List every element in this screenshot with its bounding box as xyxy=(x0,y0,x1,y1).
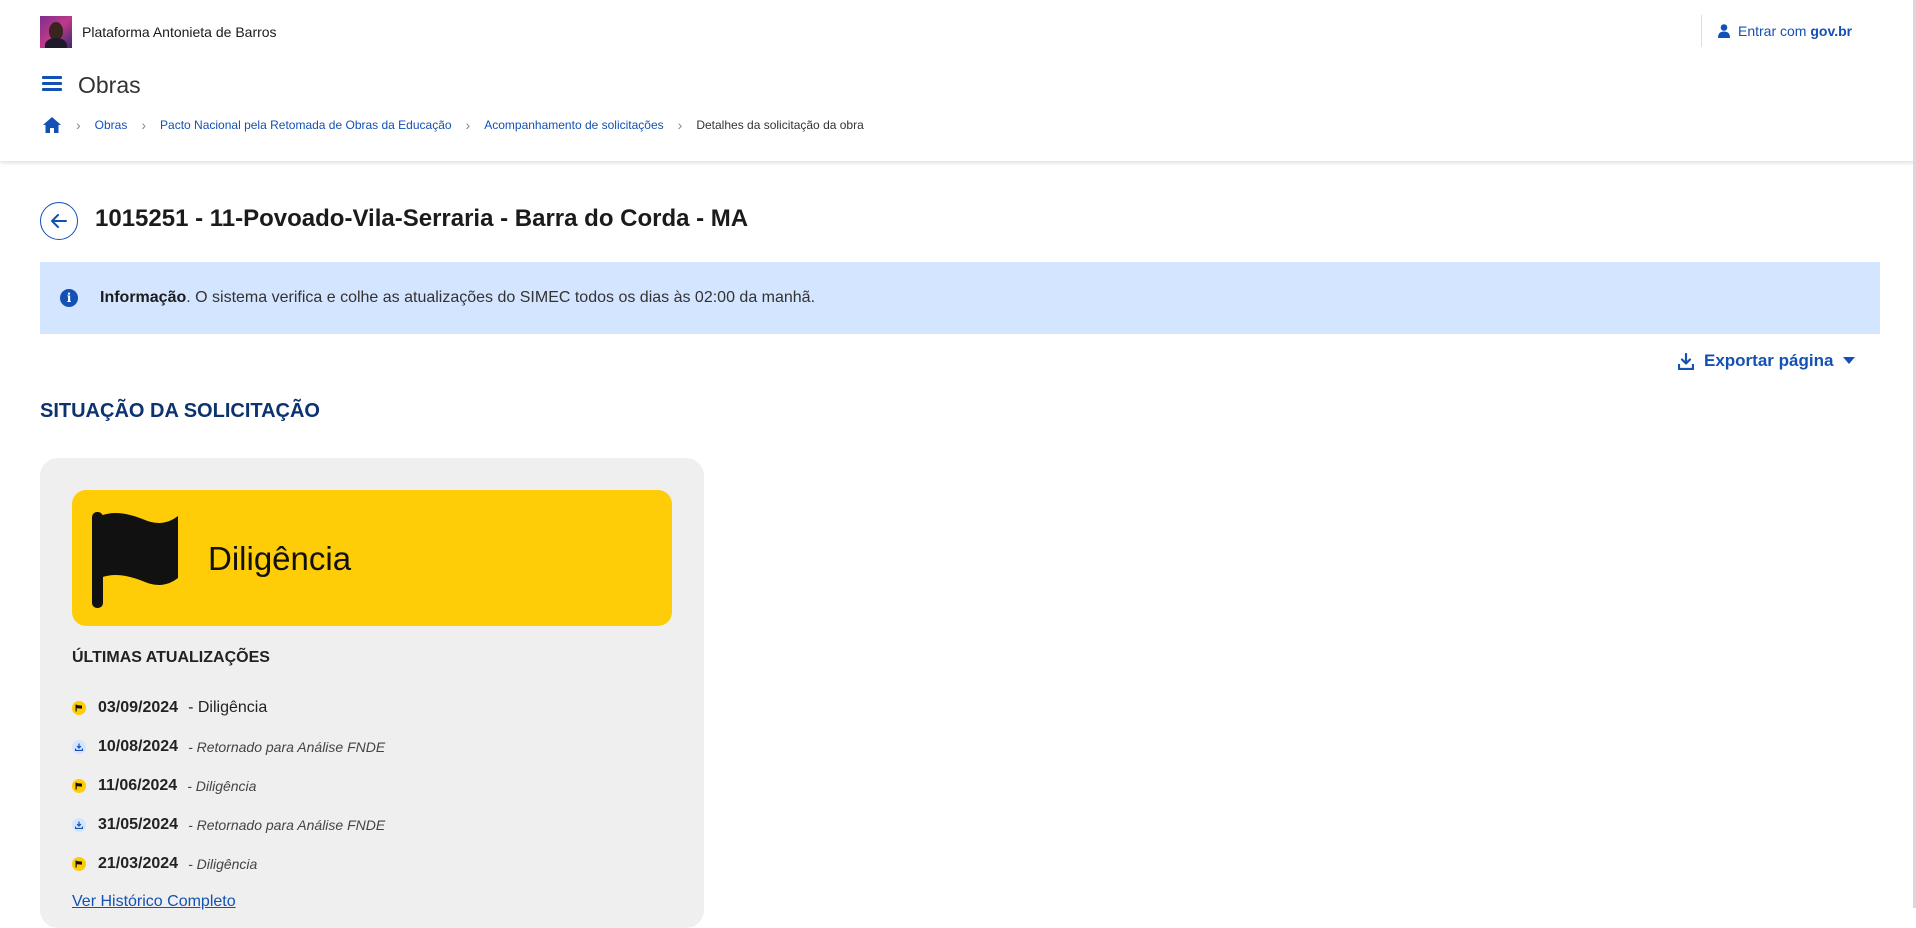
update-date: 21/03/2024 xyxy=(98,854,179,872)
flag-icon xyxy=(72,700,86,715)
info-icon: i xyxy=(60,289,78,307)
list-item: 10/08/2024 - Retornado para Análise FNDE xyxy=(72,727,385,766)
arrow-left-icon xyxy=(51,214,67,228)
breadcrumb-link-pacto[interactable]: Pacto Nacional pela Retomada de Obras da… xyxy=(160,118,452,132)
status-label: Diligência xyxy=(208,540,352,577)
login-label: Entrar com xyxy=(1738,23,1807,39)
info-body: . O sistema verifica e colhe as atualiza… xyxy=(186,289,816,306)
caret-down-icon xyxy=(1843,357,1856,364)
view-full-history-link[interactable]: Ver Histórico Completo xyxy=(72,893,236,911)
list-item: 03/09/2024 - Diligência xyxy=(72,688,385,727)
update-date: 03/09/2024 xyxy=(98,698,179,716)
page-title: 1015251 - 11-Povoado-Vila-Serraria - Bar… xyxy=(95,205,749,232)
breadcrumb-current: Detalhes da solicitação da obra xyxy=(696,118,864,132)
update-desc: - Diligência xyxy=(188,698,268,716)
site-header: Plataforma Antonieta de Barros Entrar co… xyxy=(0,0,1916,161)
update-date: 10/08/2024 xyxy=(98,737,179,755)
status-card: Diligência ÚLTIMAS ATUALIZAÇÕES 03/09/20… xyxy=(40,458,704,928)
section-title: Obras xyxy=(78,72,141,98)
download-icon xyxy=(72,817,86,832)
flag-icon xyxy=(72,856,86,871)
export-label: Exportar página xyxy=(1704,351,1834,370)
update-desc: - Retornado para Análise FNDE xyxy=(188,816,386,833)
home-icon[interactable] xyxy=(42,115,62,135)
updates-list: 03/09/2024 - Diligência 10/08/2024 - Ret… xyxy=(72,688,385,883)
hamburger-menu-icon[interactable] xyxy=(42,76,62,92)
header-divider xyxy=(1701,15,1702,47)
flag-icon xyxy=(92,512,178,608)
login-brand: gov.br xyxy=(1810,23,1853,39)
update-date: 31/05/2024 xyxy=(98,815,179,833)
chevron-right-icon: › xyxy=(141,117,147,133)
update-desc: - Diligência xyxy=(188,855,258,872)
chevron-right-icon: › xyxy=(465,117,471,133)
download-icon xyxy=(72,739,86,754)
chevron-right-icon: › xyxy=(677,117,683,133)
updates-title: ÚLTIMAS ATUALIZAÇÕES xyxy=(72,649,270,666)
platform-logo[interactable] xyxy=(40,16,72,48)
user-icon xyxy=(1718,24,1730,38)
update-desc: - Retornado para Análise FNDE xyxy=(188,738,386,755)
update-desc: - Diligência xyxy=(187,777,257,794)
update-date: 11/06/2024 xyxy=(98,776,178,794)
info-message: i Informação. O sistema verifica e colhe… xyxy=(40,262,1880,334)
chevron-right-icon: › xyxy=(76,117,81,133)
status-banner: Diligência xyxy=(72,490,672,626)
info-text: Informação. O sistema verifica e colhe a… xyxy=(100,289,815,307)
export-page-button[interactable]: Exportar página xyxy=(1678,351,1856,371)
list-item: 31/05/2024 - Retornado para Análise FNDE xyxy=(72,805,385,844)
list-item: 21/03/2024 - Diligência xyxy=(72,844,385,883)
breadcrumb: › Obras › Pacto Nacional pela Retomada d… xyxy=(42,115,864,135)
flag-icon xyxy=(72,778,86,793)
info-label: Informação xyxy=(100,289,187,306)
login-button[interactable]: Entrar com gov.br xyxy=(1718,23,1852,39)
platform-name[interactable]: Plataforma Antonieta de Barros xyxy=(82,24,277,40)
breadcrumb-link-acompanhamento[interactable]: Acompanhamento de solicitações xyxy=(484,118,663,132)
download-icon xyxy=(1678,352,1694,370)
list-item: 11/06/2024 - Diligência xyxy=(72,766,385,805)
back-button[interactable] xyxy=(40,202,78,240)
status-heading: SITUAÇÃO DA SOLICITAÇÃO xyxy=(40,400,320,422)
breadcrumb-link-obras[interactable]: Obras xyxy=(95,118,128,132)
